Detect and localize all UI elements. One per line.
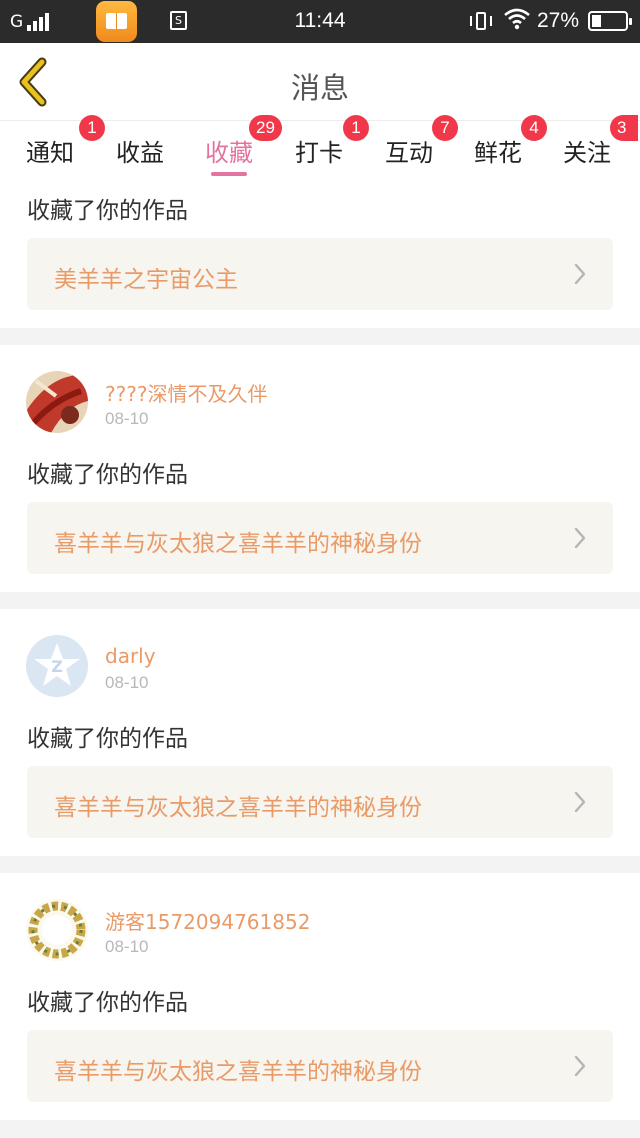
work-link[interactable]: 喜羊羊与灰太狼之喜羊羊的神秘身份 bbox=[27, 1030, 613, 1102]
avatar[interactable] bbox=[26, 899, 88, 961]
username[interactable]: ????深情不及久伴 bbox=[105, 378, 267, 407]
tab-badge-notice: 1 bbox=[79, 115, 105, 141]
tab-label: 鲜花 bbox=[474, 139, 522, 167]
work-link[interactable]: 美羊羊之宇宙公主 bbox=[27, 238, 613, 310]
notification-item: ????深情不及久伴 08-10 收藏了你的作品 喜羊羊与灰太狼之喜羊羊的神秘身… bbox=[0, 345, 640, 592]
action-text: 收藏了你的作品 bbox=[27, 462, 188, 488]
avatar[interactable]: Z bbox=[26, 635, 88, 697]
status-bar: G S 11:44 27% bbox=[0, 0, 640, 43]
battery-percent: 27% bbox=[537, 9, 580, 32]
notification-item: 游客1572094761852 08-10 收藏了你的作品 喜羊羊与灰太狼之喜羊… bbox=[0, 873, 640, 1120]
work-title: 喜羊羊与灰太狼之喜羊羊的神秘身份 bbox=[54, 1059, 422, 1085]
work-link[interactable]: 喜羊羊与灰太狼之喜羊羊的神秘身份 bbox=[27, 502, 613, 574]
avatar[interactable] bbox=[26, 371, 88, 433]
tab-label: 互动 bbox=[385, 139, 433, 167]
chevron-right-icon bbox=[574, 263, 586, 285]
tab-label: 通知 bbox=[26, 139, 74, 167]
action-text: 收藏了你的作品 bbox=[27, 726, 188, 752]
tab-label: 关注 bbox=[563, 139, 611, 167]
tab-interaction[interactable]: 互动 bbox=[385, 133, 433, 168]
tab-badge-follow: 3 bbox=[610, 115, 639, 141]
header-bar: 消息 bbox=[0, 43, 640, 121]
action-text: 收藏了你的作品 bbox=[27, 990, 188, 1016]
tab-badge-interaction: 7 bbox=[432, 115, 458, 141]
tab-label: 打卡 bbox=[295, 139, 343, 167]
battery-icon bbox=[588, 11, 632, 31]
tab-label: 收益 bbox=[116, 139, 164, 167]
notification-item: Z darly 08-10 收藏了你的作品 喜羊羊与灰太狼之喜羊羊的神秘身份 bbox=[0, 609, 640, 856]
svg-text:Z: Z bbox=[51, 657, 63, 676]
username[interactable]: darly bbox=[105, 644, 156, 668]
tab-earnings[interactable]: 收益 bbox=[116, 133, 164, 168]
tab-follow[interactable]: 关注 bbox=[563, 133, 611, 168]
notification-item: 收藏了你的作品 美羊羊之宇宙公主 bbox=[0, 183, 640, 328]
tab-checkin[interactable]: 打卡 bbox=[295, 133, 343, 168]
page-title: 消息 bbox=[290, 71, 349, 105]
tab-badge-favorites: 29 bbox=[249, 115, 282, 141]
tab-flowers[interactable]: 鲜花 bbox=[474, 133, 522, 168]
work-title: 喜羊羊与灰太狼之喜羊羊的神秘身份 bbox=[54, 795, 422, 821]
chevron-right-icon bbox=[574, 791, 586, 813]
tab-favorites[interactable]: 收藏 bbox=[205, 133, 253, 168]
active-tab-indicator bbox=[211, 172, 247, 176]
timestamp: 08-10 bbox=[105, 673, 149, 692]
vibrate-icon bbox=[468, 10, 494, 32]
tab-notice[interactable]: 通知 bbox=[26, 133, 74, 168]
chevron-right-icon bbox=[574, 1055, 586, 1077]
action-text: 收藏了你的作品 bbox=[27, 198, 188, 224]
tab-badge-checkin: 1 bbox=[343, 115, 369, 141]
work-title: 喜羊羊与灰太狼之喜羊羊的神秘身份 bbox=[54, 531, 422, 557]
timestamp: 08-10 bbox=[105, 937, 149, 956]
work-link[interactable]: 喜羊羊与灰太狼之喜羊羊的神秘身份 bbox=[27, 766, 613, 838]
username[interactable]: 游客1572094761852 bbox=[105, 906, 310, 935]
work-title: 美羊羊之宇宙公主 bbox=[54, 267, 238, 293]
tab-label: 收藏 bbox=[205, 139, 253, 167]
tab-badge-flowers: 4 bbox=[521, 115, 547, 141]
chevron-right-icon bbox=[574, 527, 586, 549]
timestamp: 08-10 bbox=[105, 409, 149, 428]
wifi-icon bbox=[504, 8, 530, 30]
